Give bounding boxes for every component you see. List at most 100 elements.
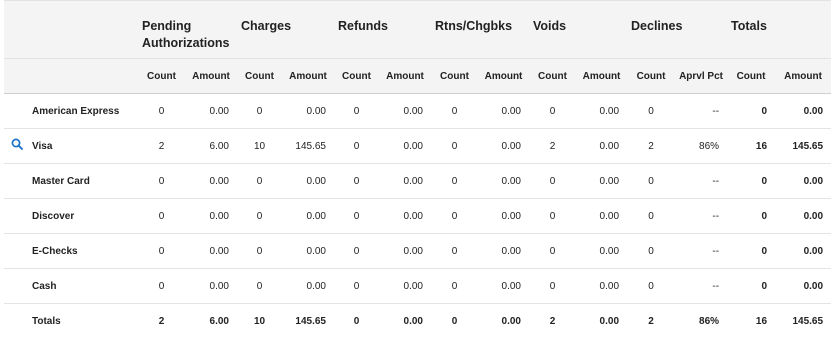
voids-count: 0 [529, 93, 576, 129]
totals-count: 0 [727, 233, 776, 269]
voids-count: 0 [529, 268, 576, 304]
rtns-amount: 0.00 [478, 268, 529, 304]
corner-cell [30, 0, 138, 59]
pending-amount: 0.00 [185, 233, 237, 269]
col-header-count: Count [529, 58, 576, 94]
refunds-count: 0 [334, 198, 379, 234]
col-header-amount: Amount [478, 58, 529, 94]
voids-amount: 0.00 [576, 128, 628, 164]
voids-count: 2 [529, 128, 576, 164]
row-icon-cell [4, 93, 30, 129]
voids-count: 0 [529, 233, 576, 269]
voids-amount: 0.00 [576, 268, 628, 304]
pending-amount-total: 6.00 [209, 316, 229, 328]
col-header-count: Count [431, 58, 478, 94]
totals-count: 0 [727, 198, 776, 234]
voids-amount: 0.00 [576, 233, 628, 269]
col-header-count: Count [727, 58, 776, 94]
pending-amount: 0.00 [185, 93, 237, 129]
aprvl-pct: -- [675, 233, 728, 269]
voids-amount: 0.00 [576, 198, 628, 234]
col-header-count: Count [627, 58, 676, 94]
charges-amount: 145.65 [282, 128, 334, 164]
refunds-count: 0 [334, 93, 379, 129]
rtns-count: 0 [431, 93, 478, 129]
voids-amount: 0.00 [576, 163, 628, 199]
refunds-amount: 0.00 [379, 233, 431, 269]
corner-cell [4, 0, 30, 59]
table-row: Cash 0 0.00 0 0.00 0 0.00 0 0.00 0 0.00 … [4, 268, 832, 304]
rtns-count: 0 [431, 198, 478, 234]
refunds-count: 0 [334, 268, 379, 304]
rtns-amount: 0.00 [478, 163, 529, 199]
col-header-amount: Amount [379, 58, 431, 94]
row-icon-cell [4, 304, 30, 340]
group-header-declines: Declines [627, 0, 728, 59]
aprvl-pct: -- [675, 268, 728, 304]
refunds-amount-total: 0.00 [403, 316, 423, 328]
totals-count-total: 16 [755, 316, 768, 328]
refunds-amount: 0.00 [379, 93, 431, 129]
corner-cell [4, 58, 30, 94]
totals-count: 16 [727, 128, 776, 164]
totals-row: Totals 2 6.00 10 145.65 0 0.00 0 0.00 2 … [4, 304, 831, 340]
pending-count: 0 [138, 268, 185, 304]
totals-amount: 0.00 [775, 268, 832, 304]
col-header-amount: Amount [185, 58, 237, 94]
row-icon-cell [4, 268, 30, 304]
charges-amount-total: 145.65 [295, 316, 326, 328]
charges-count: 0 [237, 233, 282, 269]
declines-count: 0 [627, 198, 676, 234]
rtns-count: 0 [431, 233, 478, 269]
rtns-count: 0 [431, 268, 478, 304]
charges-count-total: 10 [253, 316, 266, 328]
card-type-label: Master Card [30, 163, 138, 199]
group-header-totals: Totals [727, 0, 832, 59]
col-header-count: Count [334, 58, 379, 94]
refunds-count: 0 [334, 233, 379, 269]
search-icon[interactable] [11, 138, 23, 153]
refunds-amount: 0.00 [379, 198, 431, 234]
charges-amount: 0.00 [282, 163, 334, 199]
rtns-amount: 0.00 [478, 198, 529, 234]
charges-count: 0 [237, 163, 282, 199]
card-type-label: American Express [30, 93, 138, 129]
voids-count-total: 2 [549, 316, 556, 328]
aprvl-pct-total: 86% [699, 316, 720, 328]
declines-count: 0 [627, 163, 676, 199]
sub-header-row: Count Amount Count Amount Count Amount C… [4, 58, 832, 94]
corner-cell [30, 58, 138, 94]
rtns-count-total: 0 [451, 316, 458, 328]
pending-amount: 0.00 [185, 268, 237, 304]
totals-count: 0 [727, 268, 776, 304]
declines-count: 0 [627, 233, 676, 269]
pending-count-total: 2 [158, 316, 165, 328]
refunds-count: 0 [334, 128, 379, 164]
pending-count: 0 [138, 163, 185, 199]
group-header-rtns-chgbks: Rtns/Chgbks [431, 0, 529, 59]
group-header-refunds: Refunds [334, 0, 431, 59]
group-header-row: Pending Authorizations Charges Refunds R… [4, 0, 832, 59]
refunds-amount: 0.00 [379, 163, 431, 199]
totals-count: 0 [727, 163, 776, 199]
rtns-count: 0 [431, 128, 478, 164]
table-row: American Express 0 0.00 0 0.00 0 0.00 0 … [4, 93, 832, 129]
totals-amount: 0.00 [775, 198, 832, 234]
aprvl-pct: -- [675, 163, 728, 199]
pending-amount: 6.00 [185, 128, 237, 164]
refunds-count: 0 [334, 163, 379, 199]
voids-count: 0 [529, 198, 576, 234]
charges-amount: 0.00 [282, 233, 334, 269]
voids-amount: 0.00 [576, 93, 628, 129]
row-icon-cell[interactable] [4, 128, 30, 164]
row-icon-cell [4, 163, 30, 199]
pending-amount: 0.00 [185, 198, 237, 234]
refunds-amount: 0.00 [379, 268, 431, 304]
declines-count: 2 [627, 128, 676, 164]
group-header-voids: Voids [529, 0, 628, 59]
row-icon-cell [4, 233, 30, 269]
charges-amount: 0.00 [282, 93, 334, 129]
rtns-amount-total: 0.00 [501, 316, 521, 328]
refunds-count-total: 0 [353, 316, 360, 328]
totals-amount: 145.65 [775, 128, 832, 164]
